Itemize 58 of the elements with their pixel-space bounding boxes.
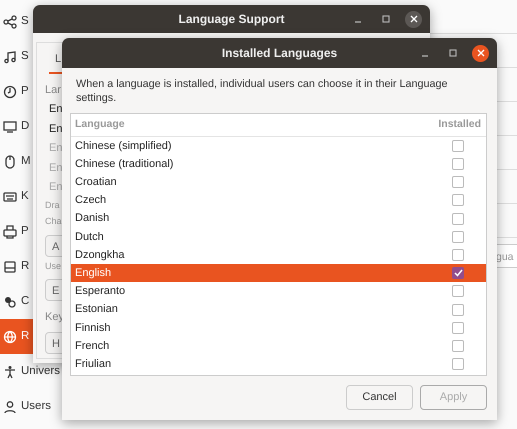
sidebar-item[interactable]: Users [0,389,62,424]
color-circles-icon [3,294,17,308]
list-row[interactable]: Finnish [71,318,486,337]
drive-icon [3,260,17,274]
close-icon [476,49,484,57]
list-row[interactable]: Friulian [71,355,486,374]
list-row[interactable]: French [71,336,486,356]
display-icon [3,120,17,134]
column-header: Installed [438,117,481,132]
list-item[interactable]: En [45,120,62,137]
checkbox[interactable] [452,249,464,262]
checkbox[interactable] [452,212,464,225]
sidebar-item[interactable]: S [0,4,62,39]
checkbox[interactable] [452,176,464,188]
maximize-icon [382,15,390,23]
checkbox[interactable] [452,267,464,280]
window-title: Language Support [178,11,284,28]
close-icon [410,15,418,23]
list-row[interactable]: Croatian [71,173,486,192]
printer-icon [3,224,17,238]
list-row[interactable]: Estonian [71,300,486,319]
label: Use [45,260,62,272]
user-icon [3,400,17,414]
list-item[interactable]: En [45,101,62,118]
checkbox[interactable] [452,158,464,170]
window-title: Installed Languages [222,45,338,62]
close-button[interactable] [472,44,489,62]
sidebar-item[interactable]: Univers [0,354,62,389]
checkbox[interactable] [452,322,464,334]
maximize-icon [448,49,456,57]
list-row[interactable]: Esperanto [71,282,486,300]
checkbox[interactable] [452,194,464,206]
list-row[interactable]: Chinese (traditional) [71,155,486,174]
list-row[interactable]: Chinese (simplified) [71,136,486,155]
accessibility-person-icon [3,364,17,378]
mouse-icon [3,154,17,168]
checkbox[interactable] [452,140,464,152]
checkbox[interactable] [452,304,464,316]
globe-icon [3,330,17,344]
label: Lar [45,82,61,98]
list-row[interactable]: Dutch [71,228,486,246]
list-row[interactable]: English [71,264,486,282]
description-text: When a language is installed, individual users can choose it in their Language settings. [75,77,449,106]
list-row[interactable]: Dzongkha [71,246,486,264]
checkbox[interactable] [452,230,464,243]
share-icon [3,14,17,28]
checkbox[interactable] [452,358,464,370]
checkbox[interactable] [452,285,464,298]
keyboard-icon [3,190,17,204]
label: Dra [45,198,60,212]
label: Cha [45,215,62,228]
close-button[interactable] [405,10,422,28]
list-row[interactable]: Czech [71,191,486,210]
cancel-button[interactable]: Cancel [346,385,413,410]
checkbox[interactable] [452,340,464,352]
music-note-icon [3,50,17,64]
column-header: Language [75,117,125,132]
list-row[interactable]: Danish [71,210,486,228]
